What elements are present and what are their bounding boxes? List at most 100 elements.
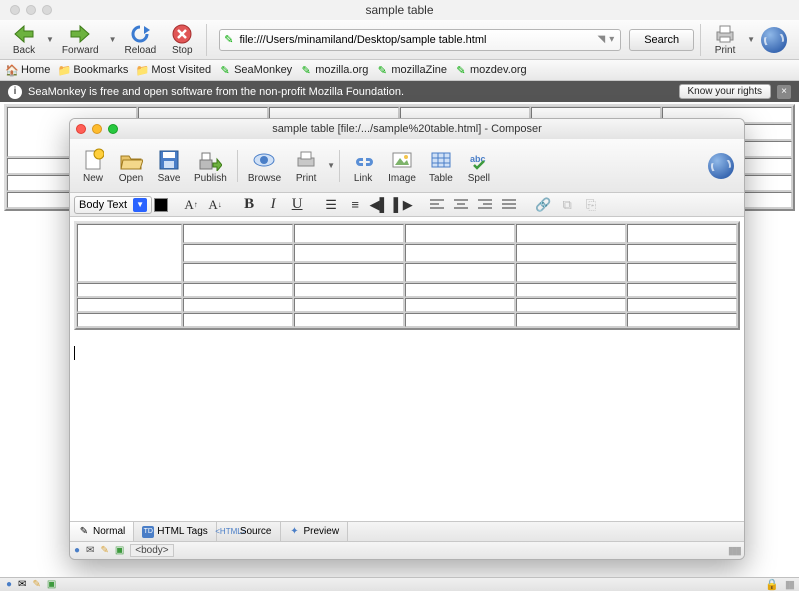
os-edit-icon[interactable]: ✎ bbox=[32, 579, 40, 590]
comp-print-dropdown[interactable]: ▼ bbox=[327, 161, 335, 170]
editor-area[interactable] bbox=[70, 217, 744, 521]
composer-statusbar: ● ✉ ✎ ▣ <body> ▮▮▮ bbox=[70, 541, 744, 559]
bm-seamonkey[interactable]: ✎SeaMonkey bbox=[219, 64, 292, 76]
print-icon bbox=[713, 23, 737, 45]
forward-button[interactable]: Forward bbox=[56, 23, 105, 56]
window-minimize-button[interactable] bbox=[92, 124, 102, 134]
status-nav-icon[interactable]: ● bbox=[74, 545, 80, 556]
composer-window: sample table [file:/.../sample%20table.h… bbox=[69, 118, 745, 560]
comp-print-button[interactable]: Print bbox=[287, 147, 325, 184]
bm-home[interactable]: 🏠Home bbox=[6, 64, 50, 76]
url-input[interactable] bbox=[235, 34, 595, 46]
open-button[interactable]: Open bbox=[112, 147, 150, 184]
spell-button[interactable]: abcSpell bbox=[460, 147, 498, 184]
table-icon bbox=[428, 147, 454, 173]
format-toolbar: Body Text▼ A↑ A↓ B I U ☰ ≡ ◀▌ ▌▶ 🔗 ⧉ ⎘ bbox=[70, 193, 744, 217]
browse-button[interactable]: Browse bbox=[242, 147, 287, 184]
os-nav-icon[interactable]: ● bbox=[6, 579, 12, 590]
bm-mozillazine[interactable]: ✎mozillaZine bbox=[376, 64, 447, 76]
stop-button[interactable]: Stop bbox=[164, 23, 200, 56]
align-right-button[interactable] bbox=[474, 196, 496, 214]
tab-source[interactable]: <HTML>Source bbox=[217, 522, 281, 541]
bm-bookmarks[interactable]: 📁Bookmarks bbox=[58, 64, 128, 76]
bm-mozdev[interactable]: ✎mozdev.org bbox=[455, 64, 527, 76]
back-dropdown[interactable]: ▼ bbox=[46, 35, 54, 44]
url-bar[interactable]: ✎ ◥ ▾ bbox=[219, 29, 621, 51]
search-button[interactable]: Search bbox=[629, 29, 694, 51]
reload-icon bbox=[128, 23, 152, 45]
preview-icon: ✦ bbox=[289, 526, 301, 538]
source-icon: <HTML> bbox=[225, 526, 237, 538]
back-icon bbox=[12, 23, 36, 45]
stop-icon bbox=[170, 23, 194, 45]
resize-grip[interactable]: ▮▮▮ bbox=[728, 544, 740, 557]
info-icon: i bbox=[8, 85, 22, 99]
underline-button[interactable]: U bbox=[286, 196, 308, 214]
save-button[interactable]: Save bbox=[150, 147, 188, 184]
tab-html-tags[interactable]: TDHTML Tags bbox=[134, 522, 217, 541]
image-icon bbox=[389, 147, 415, 173]
new-icon bbox=[80, 147, 106, 173]
align-center-button[interactable] bbox=[450, 196, 472, 214]
status-mail-icon[interactable]: ✉ bbox=[86, 545, 94, 556]
bold-button[interactable]: B bbox=[238, 196, 260, 214]
tab-normal[interactable]: ✎Normal bbox=[70, 522, 134, 541]
italic-button[interactable]: I bbox=[262, 196, 284, 214]
bookmark-icon: ✎ bbox=[455, 64, 467, 76]
table-button[interactable]: Table bbox=[422, 147, 460, 184]
text-color-swatch[interactable] bbox=[154, 198, 168, 212]
pencil-icon: ✎ bbox=[78, 526, 90, 538]
os-mail-icon[interactable]: ✉ bbox=[18, 579, 26, 590]
link-button[interactable]: Link bbox=[344, 147, 382, 184]
save-icon bbox=[156, 147, 182, 173]
image-button[interactable]: Image bbox=[382, 147, 422, 184]
font-decrease-button[interactable]: A↓ bbox=[204, 196, 226, 214]
window-zoom-button[interactable] bbox=[108, 124, 118, 134]
os-min-dot[interactable] bbox=[26, 5, 36, 15]
insert-link-button[interactable]: 🔗 bbox=[532, 196, 554, 214]
os-book-icon[interactable]: ▣ bbox=[47, 579, 56, 590]
align-justify-button[interactable] bbox=[498, 196, 520, 214]
url-dropdown[interactable]: ▾ bbox=[609, 34, 614, 45]
composer-throbber-icon bbox=[708, 153, 734, 179]
folder-icon: 📁 bbox=[136, 64, 148, 76]
print-button[interactable]: Print bbox=[707, 23, 743, 56]
status-body-tag[interactable]: <body> bbox=[130, 544, 173, 557]
os-max-dot[interactable] bbox=[42, 5, 52, 15]
print-icon bbox=[293, 147, 319, 173]
number-list-button[interactable]: ≡ bbox=[344, 196, 366, 214]
editor-table[interactable] bbox=[74, 221, 740, 330]
status-book-icon[interactable]: ▣ bbox=[115, 545, 124, 556]
os-statusbar: ● ✉ ✎ ▣ 🔒 ▮▮ bbox=[0, 577, 799, 591]
back-button[interactable]: Back bbox=[6, 23, 42, 56]
page-icon: ✎ bbox=[224, 33, 233, 46]
status-edit-icon[interactable]: ✎ bbox=[100, 545, 108, 556]
tab-preview[interactable]: ✦Preview bbox=[281, 522, 349, 541]
composer-titlebar[interactable]: sample table [file:/.../sample%20table.h… bbox=[70, 119, 744, 139]
stop-label: Stop bbox=[172, 45, 193, 56]
font-increase-button[interactable]: A↑ bbox=[180, 196, 202, 214]
outdent-button[interactable]: ◀▌ bbox=[368, 196, 390, 214]
reload-button[interactable]: Reload bbox=[119, 23, 163, 56]
know-rights-button[interactable]: Know your rights bbox=[679, 84, 771, 99]
publish-button[interactable]: Publish bbox=[188, 147, 233, 184]
bm-mozilla-org[interactable]: ✎mozilla.org bbox=[300, 64, 368, 76]
text-cursor bbox=[74, 346, 75, 360]
bm-most-visited[interactable]: 📁Most Visited bbox=[136, 64, 211, 76]
forward-dropdown[interactable]: ▼ bbox=[109, 35, 117, 44]
print-dropdown[interactable]: ▼ bbox=[747, 35, 755, 44]
notification-bar: i SeaMonkey is free and open software fr… bbox=[0, 81, 799, 102]
window-close-button[interactable] bbox=[76, 124, 86, 134]
os-close-dot[interactable] bbox=[10, 5, 20, 15]
paragraph-style-select[interactable]: Body Text▼ bbox=[74, 196, 152, 214]
indent-button[interactable]: ▌▶ bbox=[392, 196, 414, 214]
os-resize-grip[interactable]: ▮▮ bbox=[785, 578, 793, 591]
edit-mode-tabs: ✎Normal TDHTML Tags <HTML>Source ✦Previe… bbox=[70, 521, 744, 541]
notification-close[interactable]: × bbox=[777, 85, 791, 99]
bullet-list-button[interactable]: ☰ bbox=[320, 196, 342, 214]
new-button[interactable]: New bbox=[74, 147, 112, 184]
print-label: Print bbox=[715, 45, 736, 56]
feed-icon[interactable]: ◥ bbox=[597, 34, 605, 45]
os-security-icon[interactable]: 🔒 bbox=[765, 578, 779, 591]
align-left-button[interactable] bbox=[426, 196, 448, 214]
